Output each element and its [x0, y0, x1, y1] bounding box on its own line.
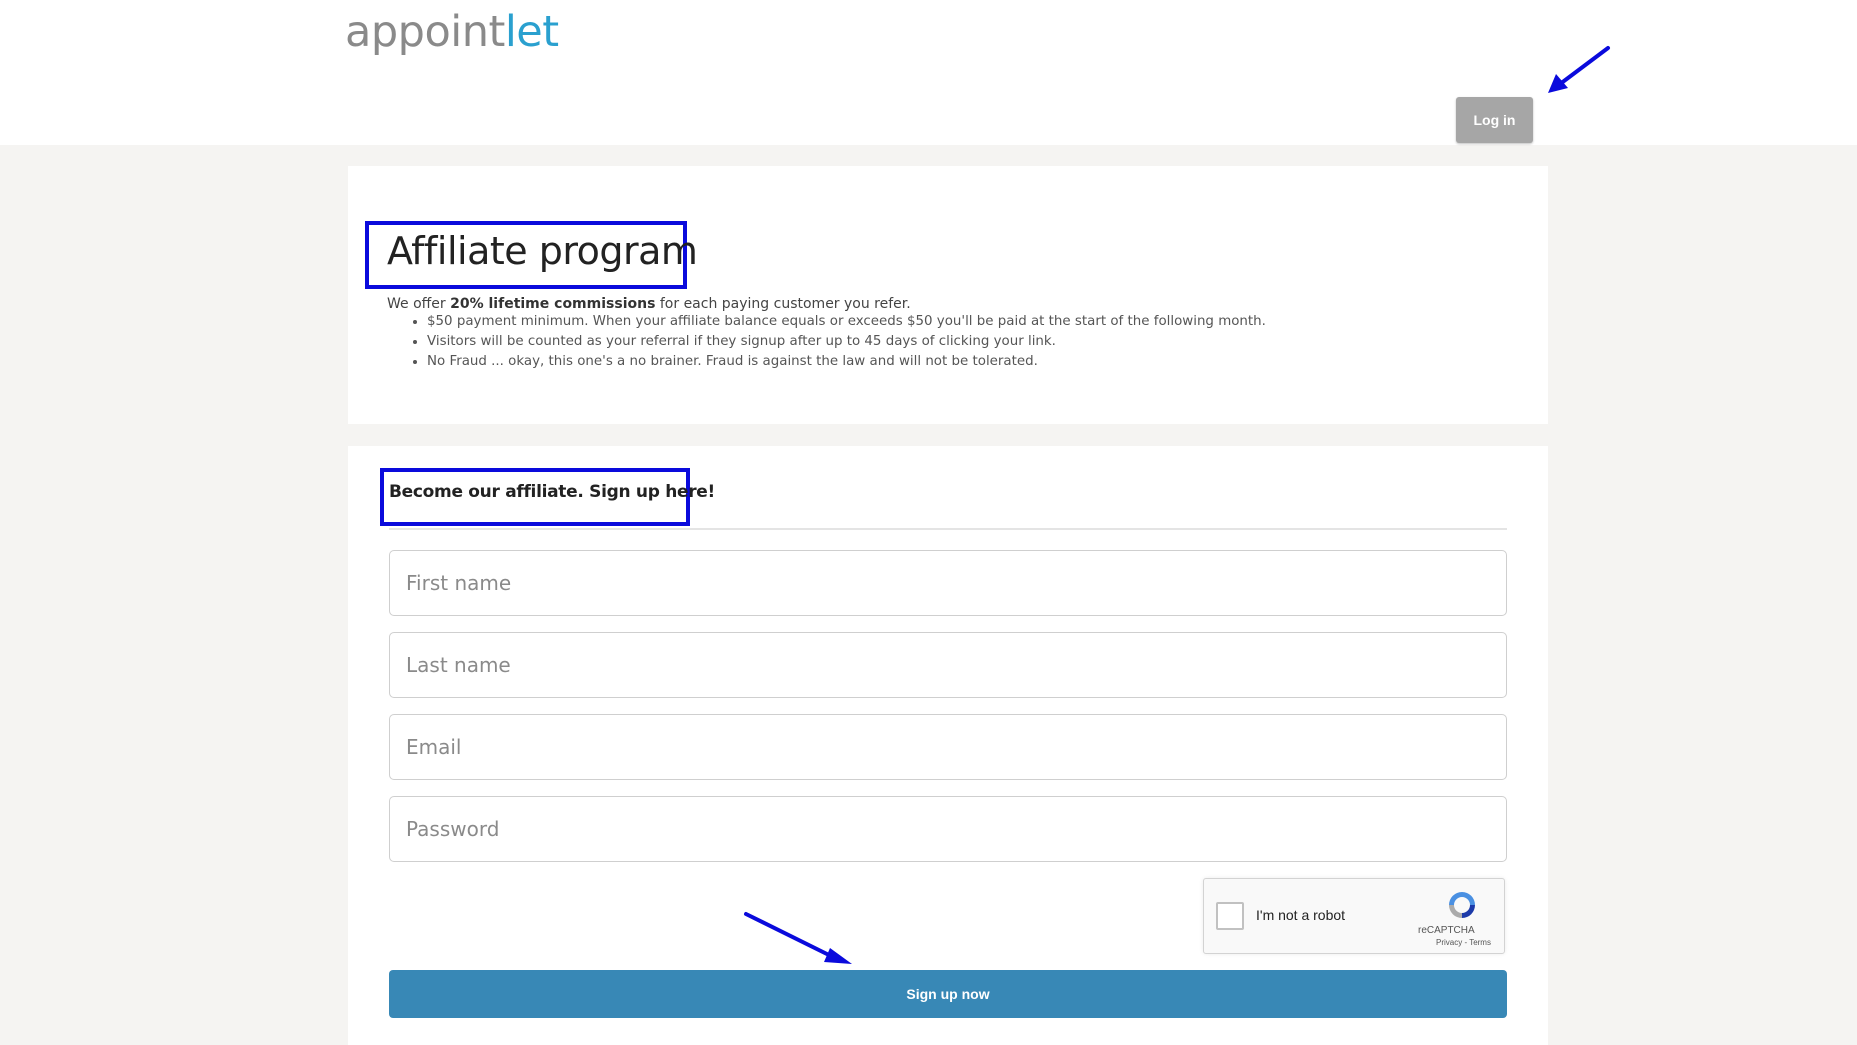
email-field[interactable]	[389, 714, 1507, 780]
affiliate-info-card: Affiliate program We offer 20% lifetime …	[348, 166, 1548, 424]
recaptcha-label: I'm not a robot	[1256, 907, 1346, 923]
recaptcha-privacy-terms-links[interactable]: Privacy - Terms	[1436, 938, 1491, 947]
last-name-field[interactable]	[389, 632, 1507, 698]
signup-card: Become our affiliate. Sign up here! I'm …	[348, 446, 1548, 1045]
program-rules-list: $50 payment minimum. When your affiliate…	[387, 312, 1266, 372]
recaptcha-brand: reCAPTCHA	[1418, 925, 1475, 936]
rule-item: No Fraud ... okay, this one's a no brain…	[427, 352, 1266, 372]
divider	[389, 528, 1507, 530]
annotation-arrow-signup	[744, 912, 852, 964]
first-name-field[interactable]	[389, 550, 1507, 616]
appointlet-logo[interactable]: appointlet	[345, 4, 559, 60]
intro-suffix: for each paying customer you refer.	[655, 296, 911, 312]
recaptcha-checkbox[interactable]	[1216, 902, 1244, 930]
logo-text-primary: appoint	[345, 7, 505, 57]
rule-item: Visitors will be counted as your referra…	[427, 332, 1266, 352]
recaptcha-logo-icon	[1449, 892, 1475, 918]
logo-text-accent: let	[504, 7, 559, 57]
intro-text: We offer 20% lifetime commissions for ea…	[387, 294, 911, 314]
sign-up-button[interactable]: Sign up now	[389, 970, 1507, 1018]
signup-title: Become our affiliate. Sign up here!	[389, 482, 715, 502]
rule-item: $50 payment minimum. When your affiliate…	[427, 312, 1266, 332]
intro-highlight: 20% lifetime commissions	[450, 296, 656, 312]
recaptcha-widget: I'm not a robot reCAPTCHA Privacy - Term…	[1203, 878, 1505, 954]
password-field[interactable]	[389, 796, 1507, 862]
login-button[interactable]: Log in	[1456, 97, 1533, 143]
page-title: Affiliate program	[387, 229, 698, 273]
annotation-arrow-login	[1548, 46, 1610, 93]
intro-prefix: We offer	[387, 296, 451, 312]
